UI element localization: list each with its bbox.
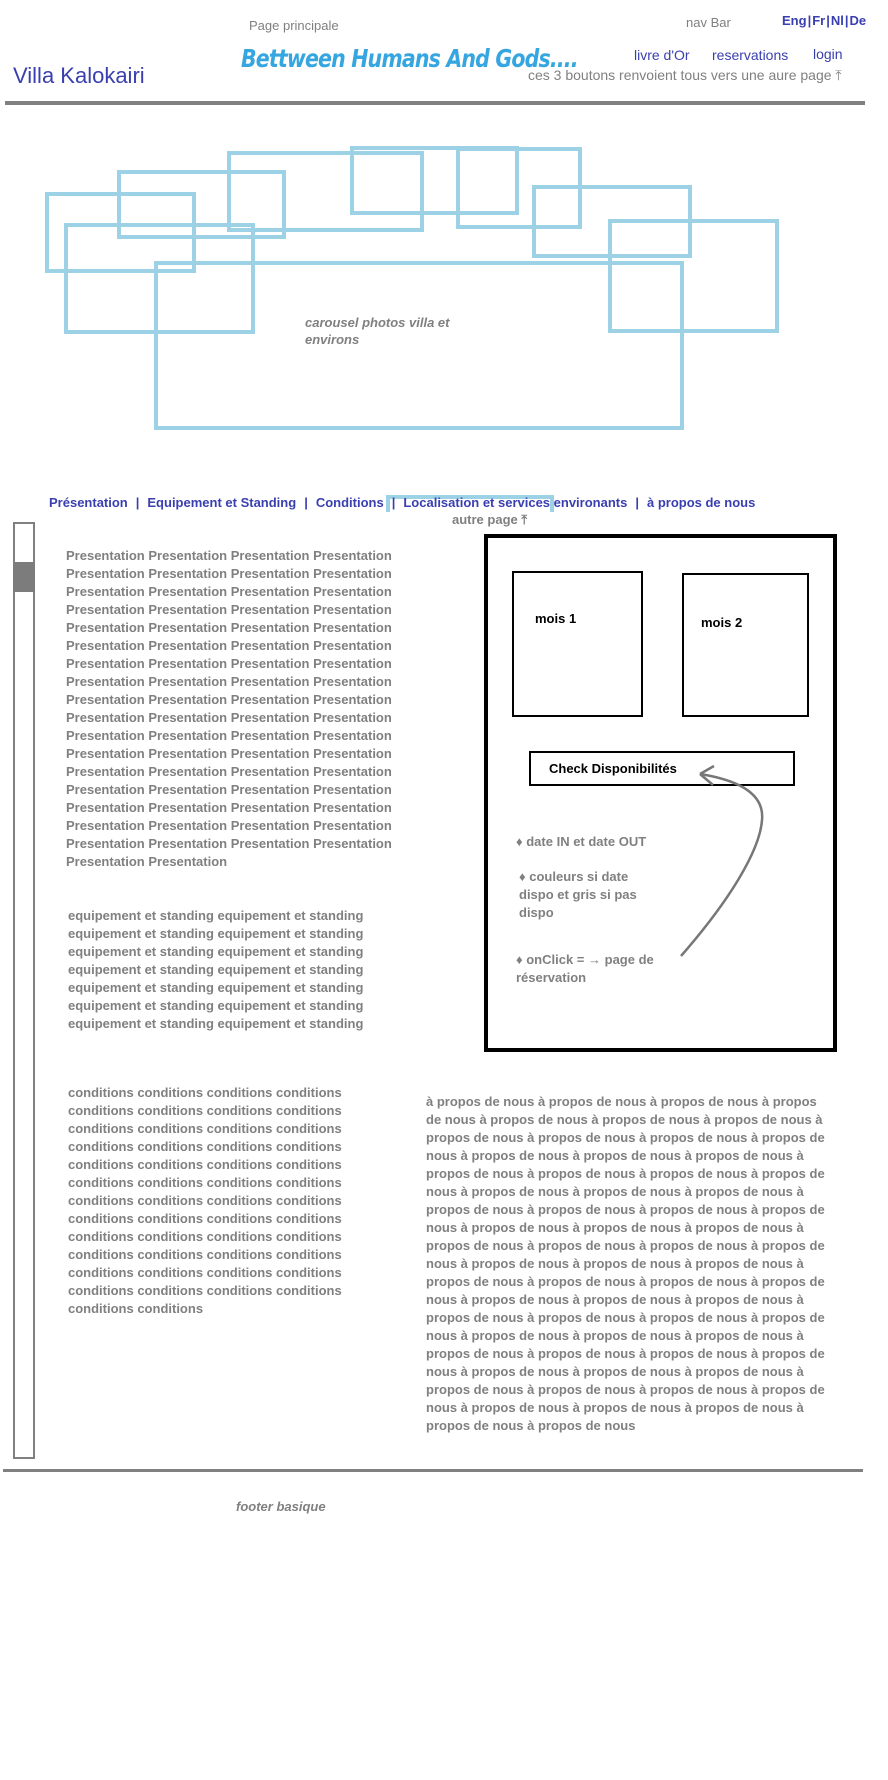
conditions-text: conditions conditions conditions conditi… [68, 1085, 342, 1316]
page-principale-label: Page principale [249, 18, 339, 33]
calendar-month-2-label: mois 2 [701, 615, 743, 630]
carousel-frame [117, 170, 286, 239]
section-separator: | [135, 495, 140, 510]
nav-bar-label: nav Bar [686, 15, 731, 30]
photo-carousel[interactable] [0, 140, 800, 440]
section-link-localisation[interactable]: Localisation et services environants [403, 495, 627, 510]
section-link-a-propos[interactable]: à propos de nous [647, 495, 755, 510]
equipement-text: equipement et standing equipement et sta… [68, 908, 364, 1031]
nav-login[interactable]: login [813, 46, 843, 62]
nav-annotation: ces 3 boutons renvoient tous vers une au… [528, 67, 842, 83]
a-propos-text: à propos de nous à propos de nous à prop… [426, 1094, 825, 1433]
carousel-frame [227, 151, 424, 232]
section-separator: | [635, 495, 639, 510]
section-link-equipement[interactable]: Equipement et Standing [147, 495, 296, 510]
carousel-caption: carousel photos villa et environs [305, 315, 450, 347]
note-onclick: ♦ onClick = → page de réservation [516, 952, 654, 985]
note-colors: ♦ couleurs si date dispo et gris si pas … [519, 869, 637, 920]
lang-fr[interactable]: Fr [812, 13, 825, 28]
language-switcher: Eng|Fr|Nl|De [782, 13, 867, 28]
annotation-arrow-icon [680, 764, 764, 957]
presentation-text: Presentation Presentation Presentation P… [66, 548, 392, 869]
section-link-presentation[interactable]: Présentation [49, 495, 128, 510]
calendar-month-1[interactable] [512, 571, 643, 717]
section-link-conditions[interactable]: Conditions [316, 495, 384, 510]
calendar-month-2[interactable] [682, 573, 809, 717]
nav-reservations[interactable]: reservations [712, 47, 788, 63]
section-separator: | [304, 495, 308, 510]
scrollbar-track[interactable] [13, 522, 35, 1459]
site-title[interactable]: Villa Kalokairi [13, 63, 145, 89]
nav-livre-dor[interactable]: livre d'Or [634, 47, 690, 63]
footer-divider [3, 1469, 863, 1472]
carousel-frame [608, 219, 779, 333]
calendar-month-1-label: mois 1 [535, 611, 577, 626]
lang-nl[interactable]: Nl [831, 13, 844, 28]
section-nav: Présentation | Equipement et Standing | Cond… [49, 495, 755, 510]
header-divider [5, 101, 865, 105]
footer-label: footer basique [236, 1499, 326, 1514]
check-availability-label: Check Disponibilités [549, 761, 677, 776]
lang-de[interactable]: De [849, 13, 866, 28]
section-nav-annotation: autre page ⤒ [452, 512, 528, 527]
scrollbar-thumb[interactable] [13, 562, 35, 592]
lang-eng[interactable]: Eng [782, 13, 807, 28]
section-separator: | [391, 495, 396, 510]
carousel-frame [64, 223, 255, 334]
carousel-frame [350, 146, 519, 215]
